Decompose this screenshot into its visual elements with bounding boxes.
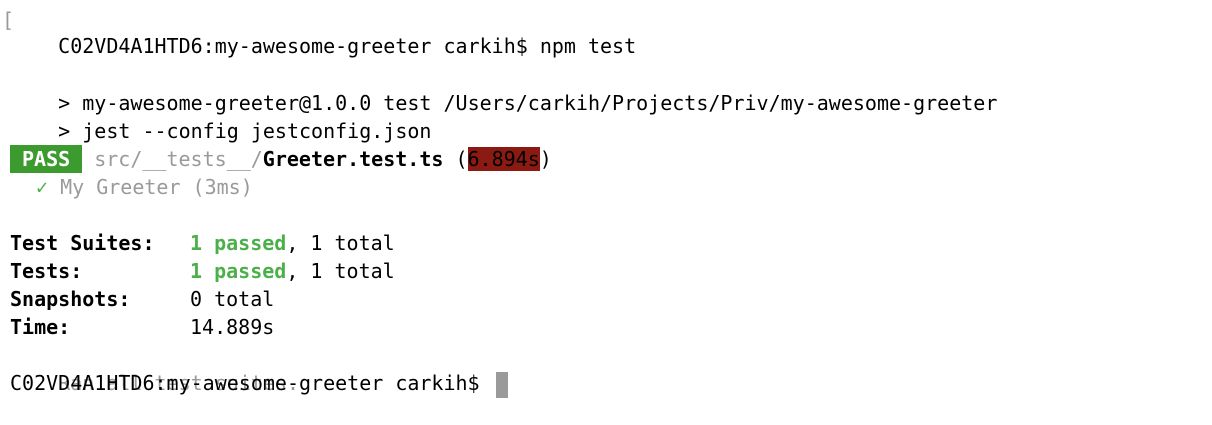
time-label: Time: [10, 315, 71, 339]
time-value: 14.889s [190, 315, 275, 339]
command-line-npm-test: C02VD4A1HTD6:my-awesome-greeter carkih$ … [10, 4, 636, 58]
test-path: src/__tests__/ [94, 147, 263, 171]
check-icon: ✓ [36, 175, 49, 199]
snapshots-value: 0 total [190, 287, 275, 311]
summary-tests: Tests: 1 passed, 1 total [10, 257, 395, 285]
command-text: C02VD4A1HTD6:my-awesome-greeter carkih$ … [58, 34, 637, 58]
test-suites-total: , 1 total [286, 231, 395, 255]
duration-open-paren: ( [443, 147, 468, 171]
test-result-line: PASS src/__tests__/Greeter.test.ts (6.89… [10, 145, 552, 173]
terminal-window[interactable]: [ C02VD4A1HTD6:my-awesome-greeter carkih… [0, 0, 1212, 404]
text-cursor[interactable] [495, 371, 508, 398]
script-line-test: > my-awesome-greeter@1.0.0 test /Users/c… [10, 61, 997, 115]
tests-total: , 1 total [286, 259, 395, 283]
test-file: Greeter.test.ts [262, 147, 444, 171]
summary-test-suites: Test Suites: 1 passed, 1 total [10, 229, 395, 257]
summary-snapshots: Snapshots: 0 total [10, 285, 274, 313]
pass-badge: PASS [10, 145, 83, 173]
tests-passed: 1 passed [190, 259, 287, 283]
ran-all-line: Ran all test suites. [10, 341, 299, 395]
test-suites-label: Test Suites: [10, 231, 155, 255]
test-case-name: My Greeter (3ms) [60, 175, 253, 199]
script-line-jest: > jest --config jestconfig.json [10, 89, 431, 143]
command-prompt-line[interactable]: C02VD4A1HTD6:my-awesome-greeter carkih$ [10, 369, 508, 398]
test-suites-passed: 1 passed [190, 231, 287, 255]
snapshots-label: Snapshots: [10, 287, 131, 311]
test-case-line: ✓ My Greeter (3ms) [36, 173, 253, 201]
tests-label: Tests: [10, 259, 83, 283]
prompt-text: C02VD4A1HTD6:my-awesome-greeter carkih$ [10, 371, 492, 395]
script-text-jest: > jest --config jestconfig.json [58, 119, 432, 143]
summary-time: Time: 14.889s [10, 313, 274, 341]
slow-duration-badge: 6.894s [467, 147, 540, 171]
duration-close-paren: ) [539, 147, 552, 171]
